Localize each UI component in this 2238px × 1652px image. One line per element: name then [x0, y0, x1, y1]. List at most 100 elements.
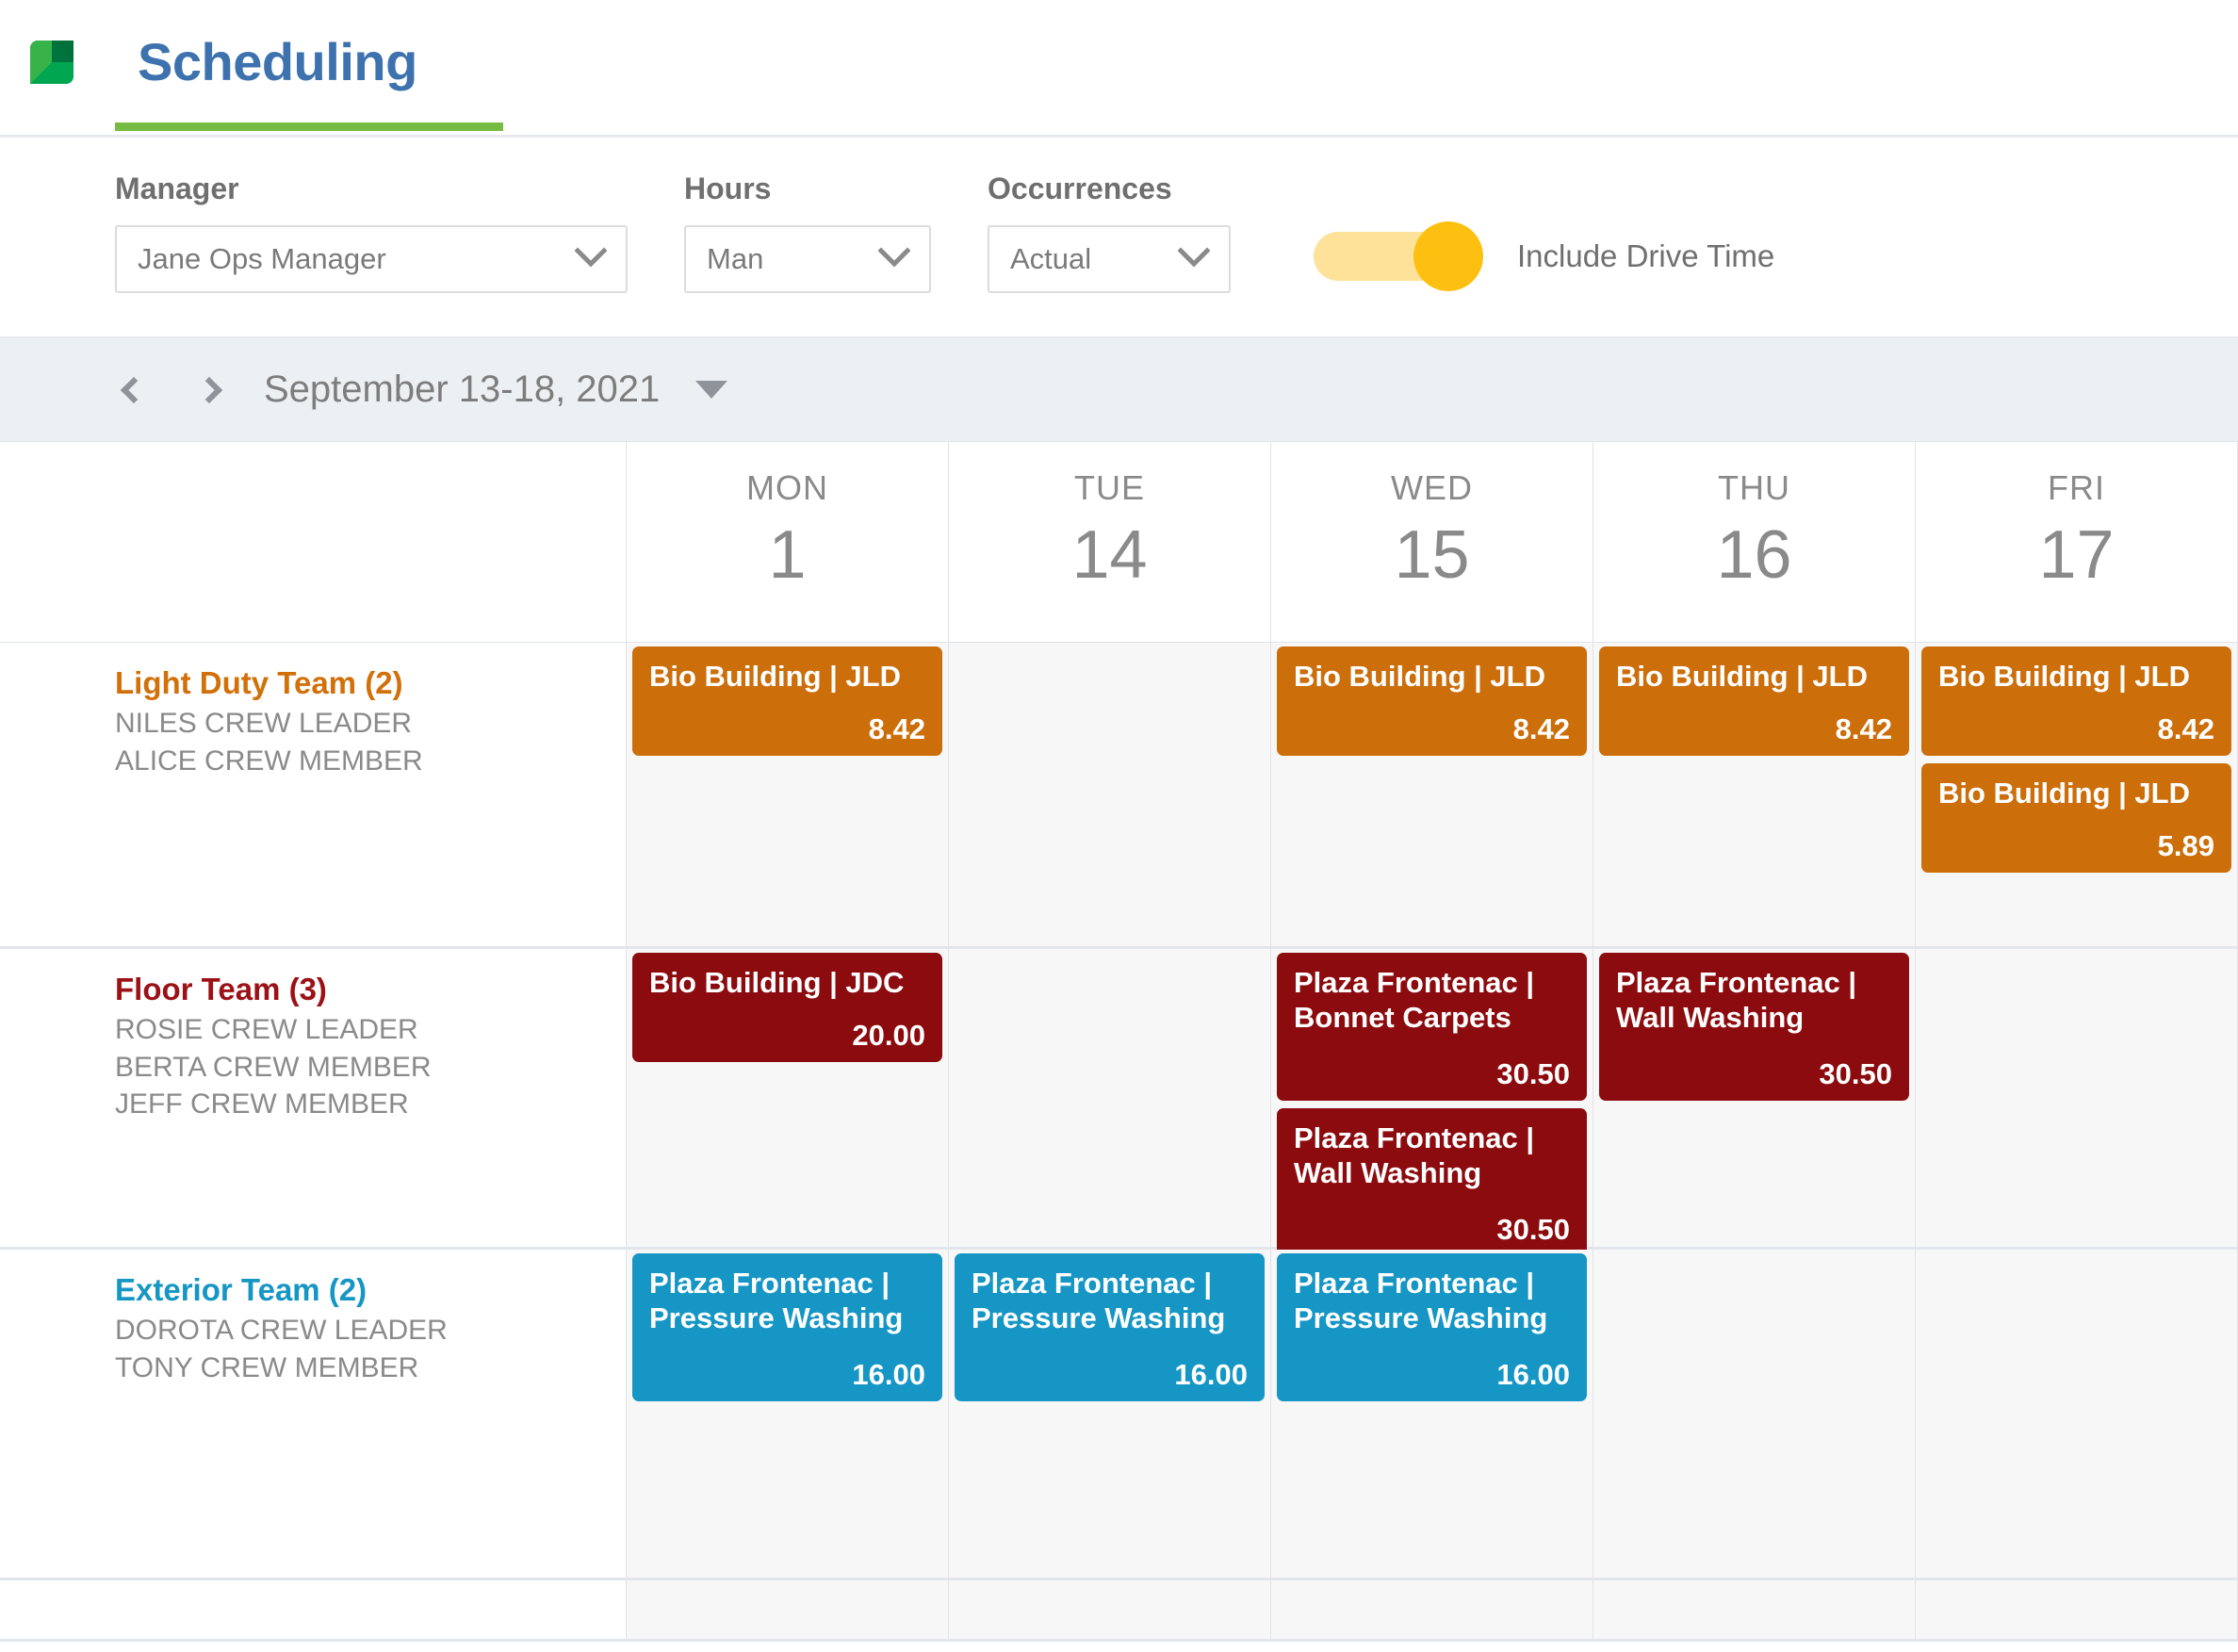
team-member: BERTA CREW MEMBER: [115, 1049, 626, 1087]
team-name: Exterior Team (2): [115, 1272, 626, 1308]
occurrences-value: Actual: [1010, 242, 1091, 276]
event-hours: 8.42: [1616, 712, 1892, 746]
team-row: Light Duty Team (2) NILES CREW LEADER AL…: [0, 643, 2238, 949]
team-member: DOROTA CREW LEADER: [115, 1312, 626, 1349]
team-info-cell[interactable]: Floor Team (3) ROSIE CREW LEADER BERTA C…: [0, 949, 627, 1247]
day-of-month-label: 16: [1599, 521, 1909, 589]
team-member: ROSIE CREW LEADER: [115, 1011, 626, 1049]
day-header-mon: MON 1: [627, 442, 949, 642]
event-hours: 30.50: [1294, 1213, 1570, 1247]
event-card[interactable]: Bio Building | JLD 8.42: [632, 646, 942, 756]
chevron-left-icon: [121, 376, 147, 402]
team-row: Floor Team (3) ROSIE CREW LEADER BERTA C…: [0, 949, 2238, 1250]
team-row: [0, 1580, 2238, 1642]
leaf-logo-icon: [23, 33, 81, 91]
caret-down-icon[interactable]: [695, 381, 727, 399]
event-hours: 16.00: [649, 1358, 925, 1392]
manager-value: Jane Ops Manager: [138, 242, 386, 276]
event-card[interactable]: Bio Building | JLD 8.42: [1277, 646, 1587, 756]
day-of-week-label: THU: [1599, 468, 1909, 508]
team-name: Floor Team (3): [115, 972, 626, 1007]
day-header-tue: TUE 14: [949, 442, 1271, 642]
header-team-cell: [0, 442, 627, 642]
schedule-cell-tue[interactable]: [949, 643, 1271, 946]
schedule-cell-thu[interactable]: [1593, 1250, 1916, 1578]
team-row: Exterior Team (2) DOROTA CREW LEADER TON…: [0, 1250, 2238, 1580]
day-of-week-label: WED: [1277, 468, 1587, 508]
team-member: NILES CREW LEADER: [115, 705, 626, 743]
schedule-cell-wed[interactable]: Plaza Frontenac | Bonnet Carpets 30.50 P…: [1271, 949, 1593, 1247]
day-of-month-label: 17: [1921, 521, 2231, 589]
schedule-cell-thu[interactable]: [1593, 1580, 1916, 1639]
schedule-cell-fri[interactable]: [1916, 1250, 2238, 1578]
schedule-cell-mon[interactable]: Bio Building | JLD 8.42: [627, 643, 949, 946]
schedule-cell-wed[interactable]: [1271, 1580, 1593, 1639]
day-header-fri: FRI 17: [1916, 442, 2238, 642]
event-card[interactable]: Plaza Frontenac | Bonnet Carpets 30.50: [1277, 953, 1587, 1101]
hours-field: Hours Man: [684, 172, 931, 293]
schedule-cell-fri[interactable]: [1916, 949, 2238, 1247]
prev-period-button[interactable]: [113, 362, 155, 418]
schedule-cell-thu[interactable]: Bio Building | JLD 8.42: [1593, 643, 1916, 946]
hours-select[interactable]: Man: [684, 225, 931, 293]
chevron-down-icon: [878, 247, 910, 272]
event-card[interactable]: Plaza Frontenac | Pressure Washing 16.00: [955, 1253, 1265, 1401]
day-of-week-label: TUE: [955, 468, 1265, 508]
team-info-cell[interactable]: Exterior Team (2) DOROTA CREW LEADER TON…: [0, 1250, 627, 1578]
schedule-cell-mon[interactable]: [627, 1580, 949, 1639]
team-info-cell[interactable]: Light Duty Team (2) NILES CREW LEADER AL…: [0, 643, 627, 946]
include-drive-time-toggle[interactable]: [1314, 232, 1476, 281]
team-member: JEFF CREW MEMBER: [115, 1086, 626, 1123]
event-hours: 5.89: [1938, 829, 2214, 863]
event-card[interactable]: Bio Building | JLD 8.42: [1599, 646, 1909, 756]
event-hours: 16.00: [972, 1358, 1248, 1392]
event-card[interactable]: Plaza Frontenac | Wall Washing 30.50: [1599, 953, 1909, 1101]
date-range-label[interactable]: September 13-18, 2021: [264, 368, 660, 411]
occurrences-label: Occurrences: [988, 172, 1231, 206]
event-hours: 8.42: [1294, 712, 1570, 746]
event-title: Plaza Frontenac | Wall Washing: [1616, 966, 1892, 1035]
schedule-cell-tue[interactable]: [949, 1580, 1271, 1639]
page-title-underline: [115, 123, 503, 131]
schedule-cell-tue[interactable]: Plaza Frontenac | Pressure Washing 16.00: [949, 1250, 1271, 1578]
event-title: Bio Building | JLD: [1294, 660, 1570, 695]
schedule-cell-tue[interactable]: [949, 949, 1271, 1247]
occurrences-select[interactable]: Actual: [988, 225, 1231, 293]
event-card[interactable]: Bio Building | JDC 20.00: [632, 953, 942, 1062]
team-info-cell[interactable]: [0, 1580, 627, 1639]
schedule-cell-fri[interactable]: Bio Building | JLD 8.42 Bio Building | J…: [1916, 643, 2238, 946]
event-title: Bio Building | JDC: [649, 966, 925, 1001]
day-of-month-label: 14: [955, 521, 1265, 589]
event-hours: 8.42: [1938, 712, 2214, 746]
schedule-cell-mon[interactable]: Plaza Frontenac | Pressure Washing 16.00: [627, 1250, 949, 1578]
toggle-knob: [1413, 221, 1483, 291]
schedule-cell-wed[interactable]: Bio Building | JLD 8.42: [1271, 643, 1593, 946]
include-drive-time-label: Include Drive Time: [1517, 238, 1774, 274]
event-card[interactable]: Plaza Frontenac | Pressure Washing 16.00: [1277, 1253, 1587, 1401]
schedule-cell-mon[interactable]: Bio Building | JDC 20.00: [627, 949, 949, 1247]
event-hours: 30.50: [1294, 1057, 1570, 1091]
manager-select[interactable]: Jane Ops Manager: [115, 225, 628, 293]
event-card[interactable]: Plaza Frontenac | Pressure Washing 16.00: [632, 1253, 942, 1401]
event-card[interactable]: Plaza Frontenac | Wall Washing 30.50: [1277, 1108, 1587, 1256]
event-title: Bio Building | JLD: [649, 660, 925, 695]
occurrences-field: Occurrences Actual: [988, 172, 1231, 293]
event-card[interactable]: Bio Building | JLD 5.89: [1921, 763, 2231, 873]
chevron-down-icon: [1178, 247, 1210, 272]
day-header-thu: THU 16: [1593, 442, 1916, 642]
next-period-button[interactable]: [188, 362, 230, 418]
schedule-cell-fri[interactable]: [1916, 1580, 2238, 1639]
team-member: TONY CREW MEMBER: [115, 1349, 626, 1387]
event-hours: 16.00: [1294, 1358, 1570, 1392]
event-hours: 8.42: [649, 712, 925, 746]
manager-field: Manager Jane Ops Manager: [115, 172, 628, 293]
event-title: Bio Building | JLD: [1938, 777, 2214, 811]
event-title: Bio Building | JLD: [1616, 660, 1892, 695]
day-of-week-label: FRI: [1921, 468, 2231, 508]
schedule-cell-wed[interactable]: Plaza Frontenac | Pressure Washing 16.00: [1271, 1250, 1593, 1578]
schedule-cell-thu[interactable]: Plaza Frontenac | Wall Washing 30.50: [1593, 949, 1916, 1247]
event-hours: 30.50: [1616, 1057, 1892, 1091]
event-card[interactable]: Bio Building | JLD 8.42: [1921, 646, 2231, 756]
event-title: Plaza Frontenac | Pressure Washing: [1294, 1267, 1570, 1335]
event-title: Bio Building | JLD: [1938, 660, 2214, 695]
